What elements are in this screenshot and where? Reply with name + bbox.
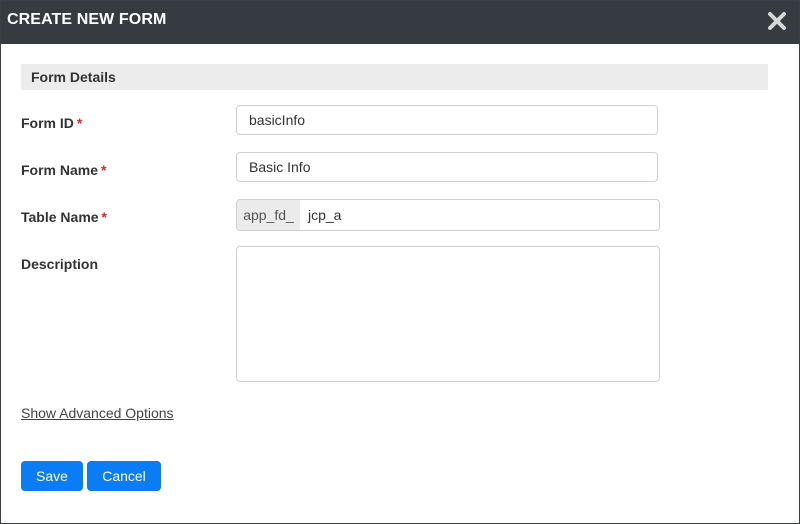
form-name-label-text: Form Name <box>21 162 99 178</box>
dialog-titlebar: CREATE NEW FORM <box>1 1 799 44</box>
description-label-text: Description <box>21 256 99 272</box>
required-marker: * <box>76 115 83 131</box>
required-marker: * <box>101 162 107 178</box>
form-id-label-text: Form ID <box>21 115 74 131</box>
save-button[interactable]: Save <box>21 461 83 491</box>
cancel-button[interactable]: Cancel <box>87 461 161 491</box>
show-advanced-options-link[interactable]: Show Advanced Options <box>21 405 174 421</box>
table-name-label-text: Table Name <box>21 209 99 225</box>
close-button[interactable] <box>765 9 789 33</box>
form-name-input[interactable]: Basic Info <box>236 152 658 182</box>
table-name-input-group: app_fd_ jcp_a <box>236 199 660 231</box>
table-name-label: Table Name * <box>21 209 107 225</box>
description-label: Description <box>21 256 98 272</box>
form-name-label: Form Name * <box>21 162 106 178</box>
table-name-prefix: app_fd_ <box>237 200 300 230</box>
close-icon <box>768 12 786 30</box>
form-id-label: Form ID * <box>21 115 82 131</box>
description-textarea[interactable] <box>236 246 660 382</box>
dialog-title: CREATE NEW FORM <box>7 11 167 28</box>
section-header: Form Details <box>21 64 768 90</box>
create-form-dialog: CREATE NEW FORM Form Details Form ID * ba… <box>0 0 800 524</box>
required-marker: * <box>101 209 107 225</box>
section-title: Form Details <box>31 69 116 85</box>
form-id-input[interactable]: basicInfo <box>236 105 658 135</box>
table-name-input[interactable]: jcp_a <box>308 200 341 230</box>
